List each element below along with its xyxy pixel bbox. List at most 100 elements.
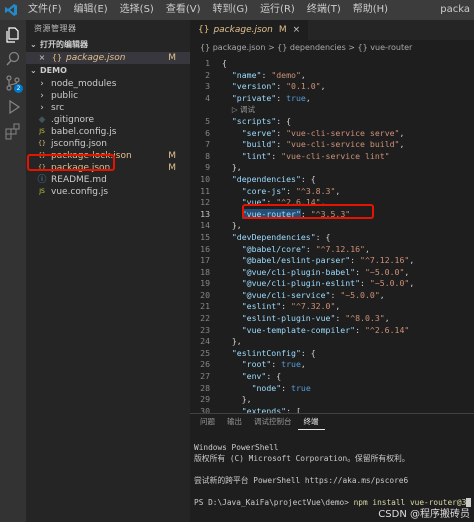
code-text: "root": true, <box>241 359 306 370</box>
modified-badge: M <box>168 151 176 161</box>
file-tree-label: .gitignore <box>51 115 95 125</box>
code-line: 19 "@vue/cli-plugin-eslint": "~5.0.0", <box>190 278 474 290</box>
code-text: "eslintConfig": { <box>231 347 316 358</box>
file-tree-item[interactable]: ◆ .gitignore <box>26 114 190 126</box>
terminal[interactable]: Windows PowerShell 版权所有 (C) Microsoft Co… <box>190 430 474 508</box>
open-editor-item[interactable]: × {} package.json M <box>26 52 190 64</box>
code-line: 30 "extends": [ <box>190 406 474 413</box>
terminal-line: 版权所有 (C) Microsoft Corporation。保留所有权利。 <box>194 454 410 463</box>
highlight-box <box>27 154 115 171</box>
tab-package-json[interactable]: {} package.json M × <box>190 20 309 40</box>
code-line: 10 "dependencies": { <box>190 174 474 186</box>
run-debug-icon[interactable] <box>4 98 22 116</box>
code-text: { <box>222 58 227 68</box>
open-editors-header[interactable]: ⌄ 打开的编辑器 <box>26 38 190 52</box>
menu-run[interactable]: 运行(R) <box>254 0 301 20</box>
file-tree-label: README.md <box>51 175 107 185</box>
menu-bar: 文件(F) 编辑(E) 选择(S) 查看(V) 转到(G) 运行(R) 终端(T… <box>22 0 394 20</box>
chevron-down-icon: ⌄ <box>30 40 37 49</box>
code-text: "@babel/core": "^7.12.16", <box>241 243 370 254</box>
line-number: 30 <box>200 405 210 413</box>
line-number: 3 <box>205 81 210 92</box>
search-icon[interactable] <box>4 50 22 68</box>
line-number: 11 <box>200 185 210 196</box>
highlight-box <box>242 204 374 219</box>
debug-hint[interactable]: ▷ 调试 <box>232 105 255 114</box>
line-number: 12 <box>200 197 210 208</box>
menu-selection[interactable]: 选择(S) <box>114 0 160 20</box>
source-control-icon[interactable]: 2 <box>4 74 23 93</box>
code-line: 11 "core-js": "^3.8.3", <box>190 186 474 198</box>
code-text: "serve": "vue-cli-service serve", <box>241 127 405 138</box>
menu-file[interactable]: 文件(F) <box>22 0 68 20</box>
line-number: 10 <box>200 173 210 184</box>
close-icon[interactable]: × <box>36 52 48 64</box>
codelens-debug[interactable]: ▷ 调试 <box>190 104 474 116</box>
code-text: "dependencies": { <box>231 173 316 184</box>
tab-bar: {} package.json M × <box>190 20 474 40</box>
js-icon: JS <box>39 128 45 135</box>
code-line: 21 "eslint": "^7.32.0", <box>190 301 474 313</box>
menu-help[interactable]: 帮助(H) <box>347 0 394 20</box>
file-tree-item[interactable]: › node_modules <box>26 78 190 90</box>
code-editor[interactable]: 1 {2 "name": "demo", 3 "version": "0.1.0",… <box>190 58 474 413</box>
json-icon: {} <box>38 140 46 147</box>
file-tree-item[interactable]: {} jsconfig.json <box>26 138 190 150</box>
open-editors-label: 打开的编辑器 <box>40 40 88 49</box>
line-number: 7 <box>205 139 210 150</box>
code-text: "build": "vue-cli-service build", <box>241 139 405 150</box>
tab-label: package.json <box>213 25 273 35</box>
tab-output[interactable]: 输出 <box>221 414 248 430</box>
file-tree-item[interactable]: › src <box>26 102 190 114</box>
open-editor-label: package.json <box>66 53 126 63</box>
file-tree-item[interactable]: JS babel.config.js <box>26 126 190 138</box>
breadcrumb[interactable]: {} package.json > {} dependencies > {} v… <box>190 40 474 56</box>
editor-area: {} package.json M × {} package.json > {}… <box>190 20 474 522</box>
code-line: 8 "lint": "vue-cli-service lint" <box>190 151 474 163</box>
file-tree-item[interactable]: JS vue.config.js <box>26 186 190 198</box>
project-header[interactable]: ⌄ DEMO <box>26 64 190 78</box>
line-number: 28 <box>200 382 210 393</box>
json-icon: {} <box>198 25 210 35</box>
code-text: "@vue/cli-plugin-eslint": "~5.0.0", <box>241 278 415 289</box>
line-number: 1 <box>205 58 210 68</box>
line-number: 9 <box>205 162 210 173</box>
code-line: 28 "node": true <box>190 383 474 395</box>
line-number: 18 <box>200 266 210 277</box>
code-text: }, <box>231 162 242 173</box>
chevron-right-icon: › <box>40 91 44 101</box>
menu-edit[interactable]: 编辑(E) <box>68 0 114 20</box>
line-number: 14 <box>200 220 210 231</box>
file-tree-label: public <box>51 91 79 101</box>
close-icon[interactable]: × <box>293 20 301 40</box>
code-line: 20 "@vue/cli-service": "~5.0.0", <box>190 290 474 302</box>
extensions-icon[interactable] <box>4 122 22 140</box>
line-number: 25 <box>200 347 210 358</box>
tab-debug-console[interactable]: 调试控制台 <box>248 414 298 430</box>
code-text: "@vue/cli-plugin-babel": "~5.0.0", <box>241 266 410 277</box>
code-line: 27 "env": { <box>190 371 474 383</box>
code-text: "env": { <box>241 371 282 382</box>
code-text: "@babel/eslint-parser": "^7.12.16", <box>241 255 415 266</box>
code-line: 2 "name": "demo", <box>190 70 474 82</box>
window-title: packa <box>440 4 470 15</box>
tab-terminal[interactable]: 终端 <box>297 414 325 430</box>
file-tree-item[interactable]: ⓘ README.md <box>26 174 190 186</box>
file-tree-label: node_modules <box>51 79 117 89</box>
code-text: "version": "0.1.0", <box>231 81 326 92</box>
menu-view[interactable]: 查看(V) <box>160 0 207 20</box>
line-number: 16 <box>200 243 210 254</box>
menu-terminal[interactable]: 终端(T) <box>301 0 347 20</box>
code-text: "core-js": "^3.8.3", <box>241 185 341 196</box>
terminal-line: Windows PowerShell <box>194 443 279 452</box>
modified-badge: M <box>168 163 176 173</box>
code-line: 26 "root": true, <box>190 359 474 371</box>
code-line: 16 "@babel/core": "^7.12.16", <box>190 244 474 256</box>
explorer-icon[interactable] <box>4 26 22 44</box>
line-number: 8 <box>205 150 210 161</box>
tab-problems[interactable]: 问题 <box>194 414 221 430</box>
file-tree-item[interactable]: › public <box>26 90 190 102</box>
menu-go[interactable]: 转到(G) <box>207 0 255 20</box>
